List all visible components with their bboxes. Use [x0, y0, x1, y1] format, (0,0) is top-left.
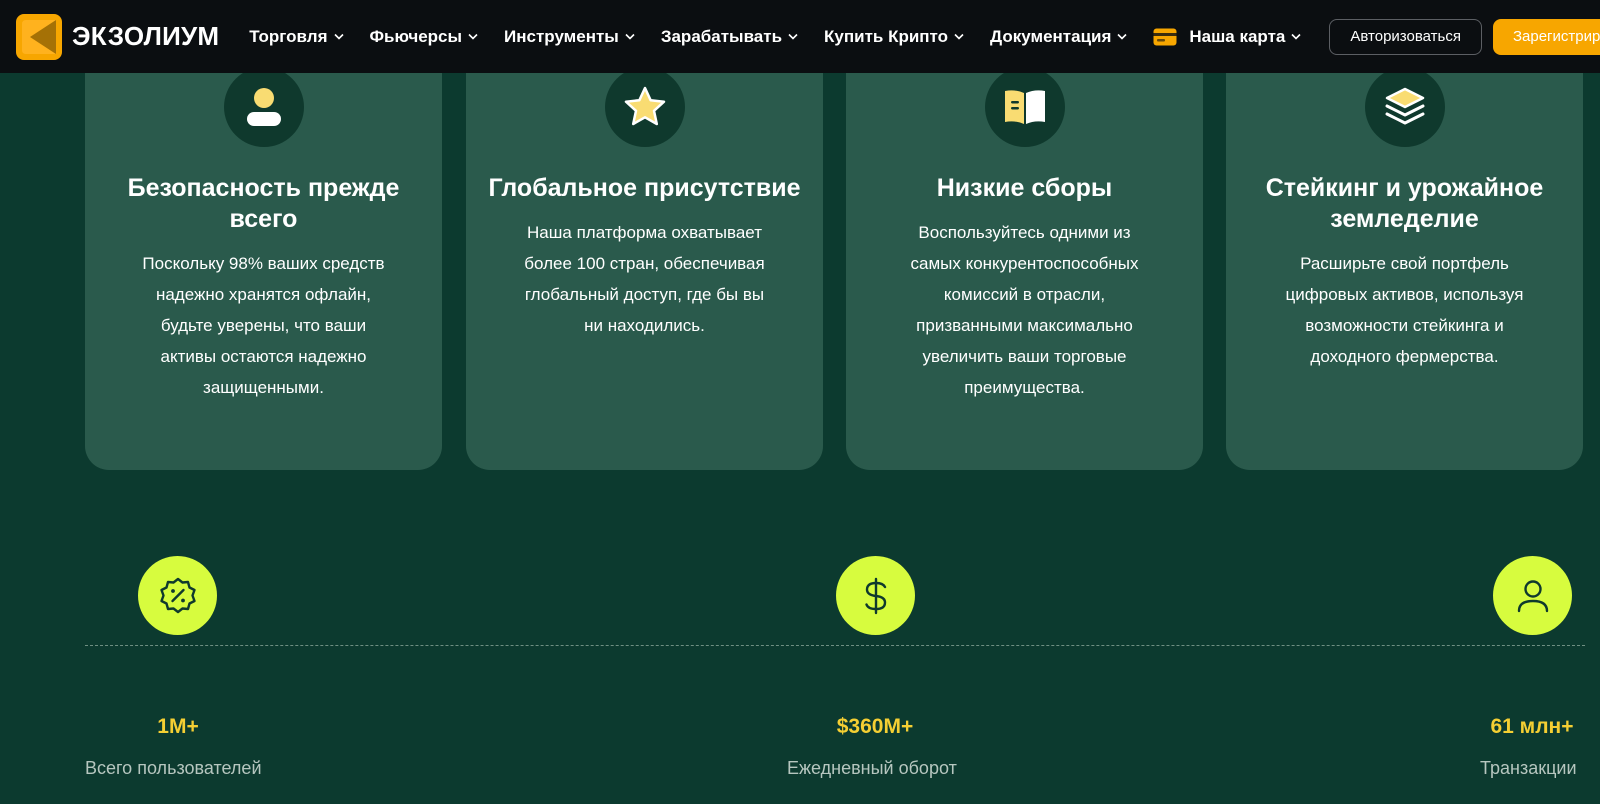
- chevron-down-icon: [1291, 33, 1301, 40]
- stat-icon-circle: [138, 556, 217, 635]
- dollar-icon: [864, 577, 886, 614]
- feature-card-global: Глобальное присутствие Наша платформа ох…: [466, 40, 823, 470]
- chevron-down-icon: [954, 33, 964, 40]
- nav-item-label: Наша карта: [1189, 26, 1286, 46]
- feature-icon-circle: [604, 67, 685, 147]
- chevron-down-icon: [625, 33, 635, 40]
- feature-icon-circle: [223, 67, 304, 147]
- stat-label: Ежедневный оборот: [787, 758, 957, 778]
- feature-description: Воспользуйтесь одними из самых конкурент…: [910, 223, 1139, 397]
- feature-icon-circle: [984, 67, 1065, 147]
- feature-description: Наша платформа охватывает более 100 стра…: [524, 223, 765, 335]
- feature-title: Стейкинг и урожайное земледелие: [1265, 174, 1544, 233]
- chevron-down-icon: [333, 33, 344, 40]
- feature-card-security: Безопасность прежде всего Поскольку 98% …: [85, 40, 442, 470]
- dashed-divider: [85, 645, 1585, 646]
- star-icon: [624, 86, 665, 126]
- stat-icon-circle: [1493, 556, 1572, 635]
- stat-label: Транзакции: [1480, 758, 1577, 778]
- nav-item-buy-crypto[interactable]: Купить Крипто: [824, 27, 964, 47]
- feature-icon-circle: [1364, 67, 1445, 147]
- stat-value: 61 млн+: [1490, 715, 1574, 738]
- logo[interactable]: ЭКЗОЛИУМ: [16, 13, 220, 60]
- feature-card-fees: Низкие сборы Воспользуйтесь одними из са…: [846, 40, 1203, 470]
- nav-item-label: Документация: [990, 26, 1112, 46]
- feature-title: Низкие сборы: [936, 174, 1113, 202]
- main-nav: Торговля Фьючерсы Инструменты Зарабатыва…: [249, 27, 1327, 47]
- stat-label: Всего пользователей: [85, 758, 262, 778]
- credit-card-icon: [1153, 28, 1177, 45]
- nav-item-earn[interactable]: Зарабатывать: [661, 27, 798, 47]
- nav-item-trading[interactable]: Торговля: [249, 26, 344, 47]
- nav-item-label: Фьючерсы: [369, 26, 463, 46]
- login-button[interactable]: Авторизоваться: [1329, 18, 1482, 55]
- stat-icon-circle: [836, 556, 915, 635]
- user-icon: [246, 88, 281, 126]
- nav-item-label: Купить Крипто: [824, 26, 949, 46]
- feature-description: Поскольку 98% ваших средств надежно хран…: [142, 254, 385, 397]
- feature-description: Расширьте свой портфель цифровых активов…: [1285, 254, 1524, 366]
- feature-title: Безопасность прежде всего: [127, 174, 400, 233]
- nav-item-label: Зарабатывать: [660, 26, 783, 46]
- nav-item-label: Инструменты: [504, 26, 619, 46]
- chevron-down-icon: [788, 33, 798, 40]
- register-button[interactable]: Зарегистрироваться: [1492, 18, 1600, 55]
- nav-item-futures[interactable]: Фьючерсы: [370, 27, 479, 47]
- brand-name: ЭКЗОЛИУМ: [72, 21, 220, 51]
- person-icon: [1517, 579, 1548, 612]
- nav-item-label: Торговля: [249, 26, 328, 46]
- chevron-down-icon: [468, 33, 478, 40]
- top-navigation-bar: ЭКЗОЛИУМ Торговля Фьючерсы Инструменты З…: [0, 0, 1600, 73]
- stat-value: 1M+: [157, 715, 199, 738]
- layers-icon: [1385, 87, 1424, 125]
- book-icon: [1004, 90, 1045, 124]
- nav-item-tools[interactable]: Инструменты: [504, 27, 635, 47]
- chevron-down-icon: [1117, 33, 1127, 40]
- nav-item-our-card[interactable]: Наша карта: [1153, 27, 1301, 47]
- feature-title: Глобальное присутствие: [488, 174, 801, 202]
- percent-badge-icon: [159, 577, 196, 613]
- logo-icon: [16, 13, 62, 60]
- feature-card-staking: Стейкинг и урожайное земледелие Расширьт…: [1226, 40, 1583, 470]
- stat-value: $360M+: [836, 715, 914, 738]
- nav-item-docs[interactable]: Документация: [990, 27, 1127, 47]
